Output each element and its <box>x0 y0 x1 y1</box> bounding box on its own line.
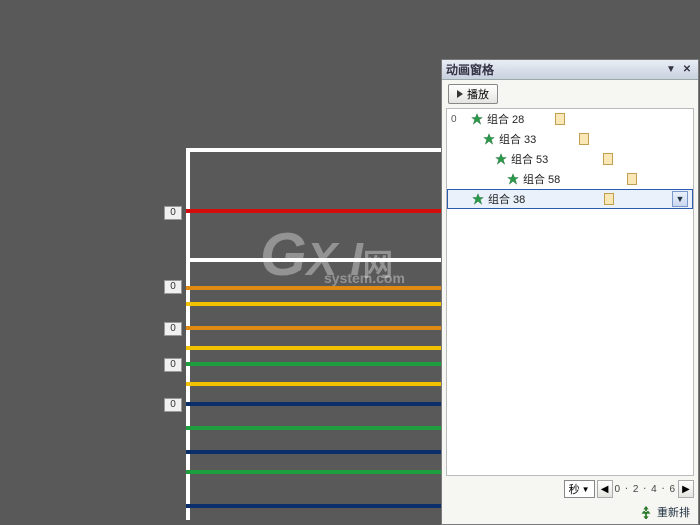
animation-item-name: 组合 33 <box>499 131 539 147</box>
timeline-prev-button[interactable]: ◀ <box>597 480 613 498</box>
timeline-chip <box>579 133 589 145</box>
animation-list[interactable]: 0 组合 28 组合 33 组合 53 组合 58 组合 38 ▼ <box>446 108 694 476</box>
item-dropdown-button[interactable]: ▼ <box>672 191 688 207</box>
chart-frame <box>186 148 444 520</box>
axis-label: 0 <box>164 322 182 336</box>
play-button[interactable]: 播放 <box>448 84 498 104</box>
chart-bar-line <box>186 258 444 262</box>
timeline-next-button[interactable]: ▶ <box>678 480 694 498</box>
reorder-icon <box>639 505 653 519</box>
chart-bar-line <box>186 470 444 474</box>
animation-toolbar: 播放 <box>442 80 698 108</box>
timeline-chip <box>604 193 614 205</box>
animation-pane: 动画窗格 ▼ ✕ 播放 0组合 28组合 33组合 53组合 58组合 38▼ … <box>441 59 699 525</box>
chart-bar-line <box>186 504 444 508</box>
animation-item-name: 组合 53 <box>511 151 551 167</box>
animation-item-name: 组合 38 <box>488 191 528 207</box>
chart-bar-line <box>186 426 444 430</box>
axis-label: 0 <box>164 398 182 412</box>
animation-footer: 重新排 <box>442 500 698 524</box>
chart-bar-line <box>186 450 444 454</box>
animation-item-name: 组合 58 <box>523 171 563 187</box>
chart-bar-line <box>186 302 444 306</box>
timeline-ticks: 0 ‧ 2 ‧ 4 ‧ 6 <box>615 484 676 495</box>
play-icon <box>457 90 463 98</box>
star-icon <box>495 153 507 165</box>
play-label: 播放 <box>467 86 489 102</box>
timeline-chip <box>603 153 613 165</box>
chart-bar-line <box>186 382 444 386</box>
star-icon <box>471 113 483 125</box>
chart-bar-line <box>186 362 444 366</box>
star-icon <box>472 193 484 205</box>
animation-item[interactable]: 组合 58 <box>447 169 693 189</box>
animation-pane-title: 动画窗格 <box>446 61 494 78</box>
animation-item[interactable]: 组合 33 <box>447 129 693 149</box>
axis-label: 0 <box>164 206 182 220</box>
dropdown-icon[interactable]: ▼ <box>664 63 678 77</box>
close-icon[interactable]: ✕ <box>680 63 694 77</box>
chart-bar-line <box>186 286 444 290</box>
animation-pane-titlebar: 动画窗格 ▼ ✕ <box>442 60 698 80</box>
chart-bar-line <box>186 209 444 213</box>
chevron-down-icon: ▼ <box>582 485 590 494</box>
timeline-chip <box>555 113 565 125</box>
animation-item[interactable]: 组合 53 <box>447 149 693 169</box>
animation-item-name: 组合 28 <box>487 111 527 127</box>
chart-bar-line <box>186 326 444 330</box>
axis-label: 0 <box>164 280 182 294</box>
animation-item[interactable]: 组合 38 ▼ <box>447 189 693 209</box>
star-icon <box>507 173 519 185</box>
timeline-controls: 秒 ▼ ◀ 0 ‧ 2 ‧ 4 ‧ 6 ▶ <box>442 478 698 500</box>
time-unit-select[interactable]: 秒 ▼ <box>564 480 595 498</box>
timeline-chip <box>627 173 637 185</box>
animation-order: 0 <box>451 114 463 125</box>
animation-item[interactable]: 0 组合 28 <box>447 109 693 129</box>
star-icon <box>483 133 495 145</box>
reorder-label: 重新排 <box>657 504 690 520</box>
chart-bar-line <box>186 402 444 406</box>
chart-bar-line <box>186 346 444 350</box>
axis-label: 0 <box>164 358 182 372</box>
